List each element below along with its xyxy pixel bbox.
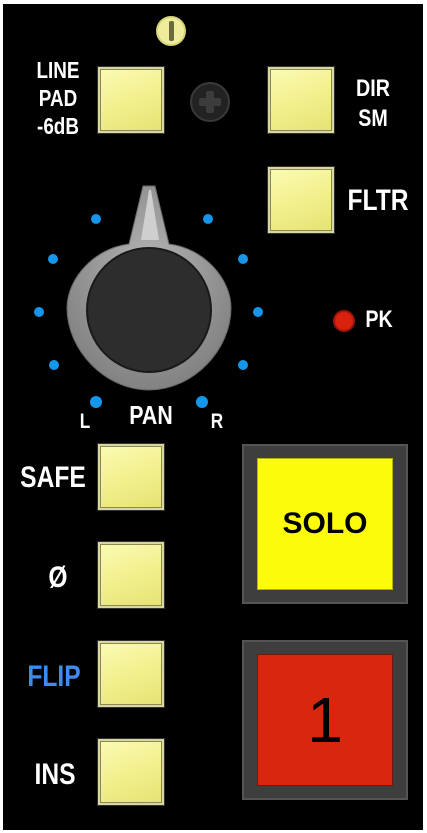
- safe-label: SAFE: [20, 461, 86, 494]
- pan-left-label: L: [79, 410, 91, 433]
- fltr-label: FLTR: [347, 184, 409, 217]
- pk-label: PK: [365, 306, 393, 333]
- pan-right-label: R: [210, 410, 224, 433]
- top-screw-icon: [156, 16, 186, 46]
- pan-label: PAN: [129, 400, 173, 430]
- fltr-button[interactable]: [268, 167, 334, 233]
- screw-cross-icon: [190, 82, 230, 122]
- channel-number: 1: [307, 684, 343, 756]
- line-pad-button[interactable]: [98, 67, 164, 133]
- pan-scale-dot: [90, 396, 102, 408]
- ins-label: INS: [34, 758, 76, 791]
- flip-label: FLIP: [27, 660, 81, 693]
- pan-knob[interactable]: [63, 180, 233, 400]
- solo-button[interactable]: SOLO: [257, 458, 393, 590]
- safe-button[interactable]: [98, 444, 164, 510]
- channel-button-frame: 1: [242, 640, 408, 800]
- phase-label: Ø: [48, 561, 68, 594]
- dir-sm-button[interactable]: [268, 67, 334, 133]
- pan-scale-dot: [34, 307, 44, 317]
- line-pad-label: LINE PAD -6dB: [36, 57, 80, 139]
- pk-led-icon: [333, 310, 355, 332]
- pan-scale-dot: [238, 360, 248, 370]
- dir-sm-label: DIR SM: [356, 75, 390, 132]
- pan-scale-dot: [49, 360, 59, 370]
- pan-scale-dot: [91, 214, 101, 224]
- pan-scale-dot: [203, 214, 213, 224]
- solo-label: SOLO: [282, 507, 368, 540]
- phase-button[interactable]: [98, 542, 164, 608]
- solo-button-frame: SOLO: [242, 444, 408, 604]
- channel-strip-panel: LINE PAD -6dB DIR SM FLTR L PAN R PK SAF…: [3, 4, 423, 830]
- ins-button[interactable]: [98, 739, 164, 805]
- pan-scale-dot: [196, 396, 208, 408]
- channel-number-button[interactable]: 1: [257, 654, 393, 786]
- pan-scale-dot: [238, 254, 248, 264]
- pan-scale-dot: [48, 254, 58, 264]
- pan-scale-dot: [253, 307, 263, 317]
- flip-button[interactable]: [98, 641, 164, 707]
